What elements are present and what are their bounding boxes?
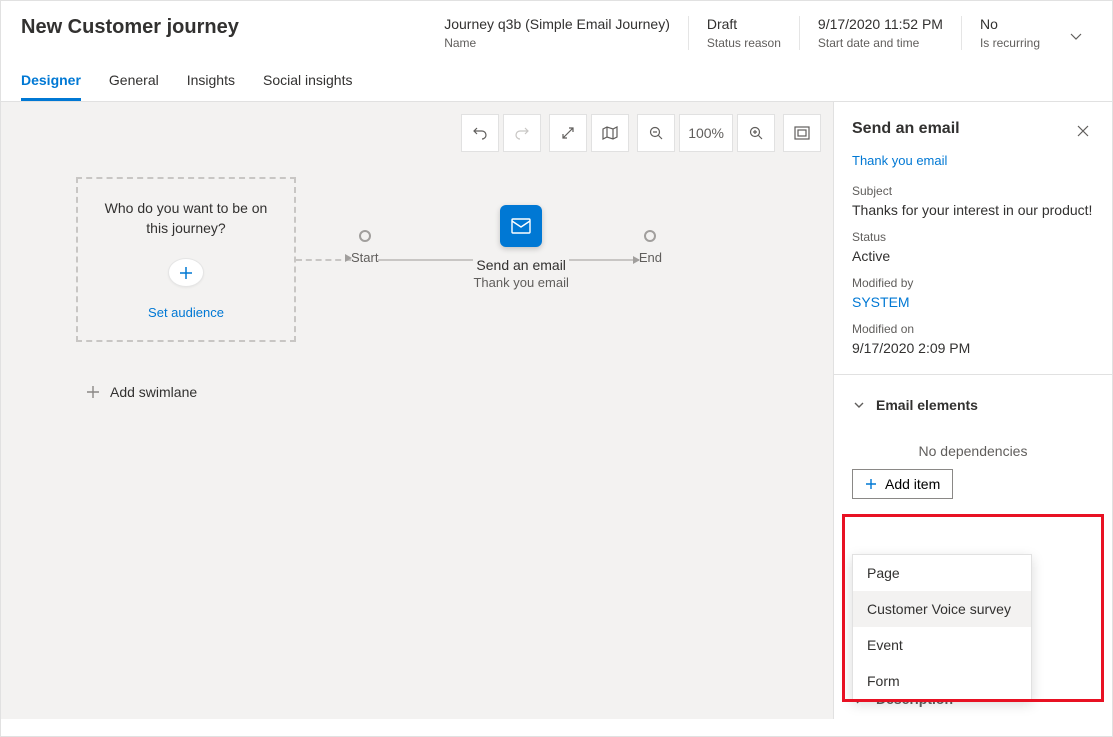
plus-icon	[178, 265, 194, 281]
email-node[interactable]: Send an email Thank you email	[473, 205, 568, 290]
audience-placeholder[interactable]: Who do you want to be on this journey? S…	[76, 177, 296, 342]
email-icon	[511, 218, 531, 234]
redo-button[interactable]	[503, 114, 541, 152]
meta-start-date[interactable]: 9/17/2020 11:52 PM Start date and time	[799, 16, 961, 50]
expand-header-button[interactable]	[1058, 16, 1092, 49]
page-title: New Customer journey	[21, 16, 426, 39]
tab-social-insights[interactable]: Social insights	[263, 60, 353, 101]
zoom-out-button[interactable]	[637, 114, 675, 152]
close-icon	[1076, 124, 1090, 138]
map-icon	[602, 126, 618, 140]
email-node-subtitle: Thank you email	[473, 275, 568, 290]
canvas-toolbar: 100%	[461, 114, 821, 152]
flow-connector	[378, 259, 473, 261]
email-link[interactable]: Thank you email	[834, 153, 1112, 178]
end-node[interactable]: End	[639, 230, 662, 265]
zoom-in-button[interactable]	[737, 114, 775, 152]
tab-general[interactable]: General	[109, 60, 159, 101]
panel-title: Send an email	[852, 120, 960, 138]
field-modified-on: Modified on 9/17/2020 2:09 PM	[834, 316, 1112, 362]
undo-icon	[472, 125, 488, 141]
zoom-level[interactable]: 100%	[679, 114, 733, 152]
plus-icon	[865, 478, 877, 490]
menu-item-form[interactable]: Form	[853, 663, 1031, 699]
meta-status-reason[interactable]: Draft Status reason	[688, 16, 799, 50]
zoom-in-icon	[749, 126, 763, 140]
tab-designer[interactable]: Designer	[21, 60, 81, 101]
modified-by-link[interactable]: SYSTEM	[852, 294, 1094, 310]
undo-button[interactable]	[461, 114, 499, 152]
chevron-down-icon	[1068, 28, 1084, 44]
meta-name[interactable]: Journey q3b (Simple Email Journey) Name	[426, 16, 688, 50]
field-status: Status Active	[834, 224, 1112, 270]
set-audience-link[interactable]: Set audience	[148, 305, 224, 320]
start-dot-icon	[359, 230, 371, 242]
close-panel-button[interactable]	[1072, 120, 1094, 147]
audience-prompt: Who do you want to be on this journey?	[98, 199, 274, 238]
add-audience-button[interactable]	[168, 258, 204, 287]
designer-canvas[interactable]: 100% Who do you want to be on this journ…	[1, 102, 834, 719]
expand-button[interactable]	[549, 114, 587, 152]
record-header: New Customer journey Journey q3b (Simple…	[1, 1, 1112, 60]
tab-bar: Designer General Insights Social insight…	[1, 60, 1112, 102]
field-modified-by: Modified by SYSTEM	[834, 270, 1112, 316]
flow-connector	[296, 259, 351, 261]
field-subject: Subject Thanks for your interest in our …	[834, 178, 1112, 224]
minimap-button[interactable]	[591, 114, 629, 152]
flow-connector	[569, 259, 639, 261]
meta-recurring[interactable]: No Is recurring	[961, 16, 1058, 50]
section-email-elements[interactable]: Email elements	[834, 387, 1112, 423]
start-node[interactable]: Start	[351, 230, 378, 265]
add-item-button[interactable]: Add item	[852, 469, 953, 499]
add-swimlane-button[interactable]: Add swimlane	[86, 384, 197, 400]
fit-icon	[794, 126, 810, 140]
expand-icon	[561, 126, 575, 140]
email-node-title: Send an email	[476, 257, 566, 273]
no-dependencies-text: No dependencies	[834, 423, 1112, 469]
tab-insights[interactable]: Insights	[187, 60, 235, 101]
menu-item-page[interactable]: Page	[853, 555, 1031, 591]
redo-icon	[514, 125, 530, 141]
record-meta: Journey q3b (Simple Email Journey) Name …	[426, 16, 1058, 50]
menu-item-customer-voice-survey[interactable]: Customer Voice survey	[853, 591, 1031, 627]
fit-to-screen-button[interactable]	[783, 114, 821, 152]
properties-panel: Send an email Thank you email Subject Th…	[834, 102, 1112, 719]
add-item-menu: Page Customer Voice survey Event Form	[852, 554, 1032, 700]
divider	[834, 374, 1112, 375]
chevron-down-icon	[852, 398, 866, 412]
journey-flow: Who do you want to be on this journey? S…	[76, 177, 662, 342]
end-dot-icon	[644, 230, 656, 242]
plus-icon	[86, 385, 100, 399]
zoom-out-icon	[649, 126, 663, 140]
menu-item-event[interactable]: Event	[853, 627, 1031, 663]
